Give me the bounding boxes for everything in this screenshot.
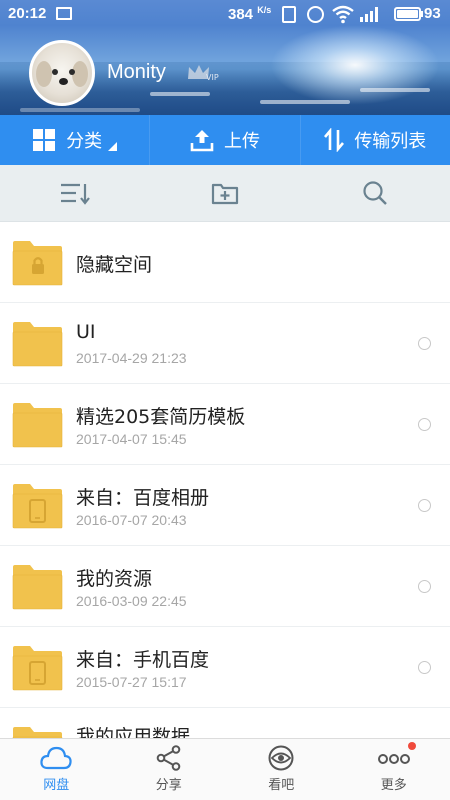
upload-button[interactable]: 上传 <box>149 115 299 165</box>
grid-icon <box>33 129 56 151</box>
status-time: 20:12 <box>8 5 47 22</box>
folder-icon <box>12 565 63 610</box>
header-wave <box>20 108 140 112</box>
network-speed-value: 384 <box>228 6 254 23</box>
network-speed-unit: K/s <box>257 5 272 15</box>
phone-folder-icon <box>12 646 63 691</box>
file-name: 来自：百度相册 <box>76 487 210 509</box>
bottom-nav: 网盘 分享 看吧 更多 <box>0 738 450 800</box>
action-bar <box>0 165 450 222</box>
search-icon <box>363 181 387 205</box>
nav-item-share[interactable]: 分享 <box>113 739 226 800</box>
search-button[interactable] <box>300 165 450 221</box>
file-date: 2016-07-07 20:43 <box>76 512 187 528</box>
select-radio[interactable] <box>418 580 431 593</box>
signal-icon <box>360 7 378 22</box>
alarm-icon <box>307 6 324 23</box>
file-item[interactable]: 来自：手机百度 2015-07-27 15:17 <box>0 627 450 708</box>
vip-crown-icon[interactable]: VIP <box>186 63 222 83</box>
new-folder-button[interactable] <box>150 165 300 221</box>
upload-label: 上传 <box>223 131 260 152</box>
file-date: 2015-07-27 15:17 <box>76 674 187 690</box>
file-date: 2017-04-07 15:45 <box>76 431 187 447</box>
select-radio[interactable] <box>418 418 431 431</box>
file-item[interactable]: UI 2017-04-29 21:23 <box>0 303 450 384</box>
file-name: 精选205套简历模板 <box>76 406 246 428</box>
header-wave <box>150 92 210 96</box>
file-item[interactable]: 我的资源 2016-03-09 22:45 <box>0 546 450 627</box>
file-item[interactable]: 来自：百度相册 2016-07-07 20:43 <box>0 465 450 546</box>
battery-level: 93 <box>424 5 441 22</box>
nav-item-cloud-drive[interactable]: 网盘 <box>0 739 113 800</box>
profile-header: 20:12 384 K/s 93 Monity VIP <box>0 0 450 115</box>
new-folder-icon <box>211 183 239 205</box>
category-label: 分类 <box>66 131 103 152</box>
file-list: 隐藏空间 UI 2017-04-29 21:23 精选205套简历模板 2017-04-… <box>0 222 450 738</box>
main-toolbar: 分类 上传 传输列表 <box>0 115 450 165</box>
sort-icon <box>61 183 90 205</box>
file-item[interactable]: 我的应用数据 <box>0 708 450 738</box>
phone-folder-icon <box>12 484 63 529</box>
file-name: 隐藏空间 <box>76 254 153 276</box>
select-radio[interactable] <box>418 499 431 512</box>
file-name: 来自：手机百度 <box>76 649 210 671</box>
more-icon <box>377 754 410 764</box>
vip-badge-text: VIP <box>206 73 219 82</box>
folder-icon <box>12 322 63 367</box>
transfer-list-label: 传输列表 <box>354 131 427 152</box>
file-date: 2016-03-09 22:45 <box>76 593 187 609</box>
transfer-list-button[interactable]: 传输列表 <box>299 115 450 165</box>
upload-icon <box>190 130 214 152</box>
nav-item-more[interactable]: 更多 <box>338 739 450 800</box>
eye-icon <box>268 745 294 771</box>
file-item[interactable]: 精选205套简历模板 2017-04-07 15:45 <box>0 384 450 465</box>
sort-button[interactable] <box>0 165 150 221</box>
file-name: UI <box>76 321 96 343</box>
file-date: 2017-04-29 21:23 <box>76 350 187 366</box>
file-name: 我的应用数据 <box>76 726 191 738</box>
network-speed: 384 K/s <box>228 5 271 23</box>
nav-item-watch[interactable]: 看吧 <box>225 739 338 800</box>
cloud-icon <box>40 746 72 770</box>
file-name: 我的资源 <box>76 568 153 590</box>
locked-folder-icon <box>12 241 63 286</box>
nav-label: 分享 <box>155 778 182 793</box>
image-notification-icon <box>56 7 72 20</box>
select-radio[interactable] <box>418 661 431 674</box>
vibrate-icon <box>282 6 296 23</box>
category-button[interactable]: 分类 <box>0 115 149 165</box>
notification-dot <box>407 742 416 750</box>
header-wave <box>260 100 350 104</box>
username[interactable]: Monity <box>107 61 166 84</box>
battery-cap <box>421 11 423 17</box>
transfer-arrows-icon <box>324 128 345 152</box>
select-radio[interactable] <box>418 337 431 350</box>
battery-icon <box>394 7 421 21</box>
status-bar: 20:12 384 K/s 93 <box>0 0 450 30</box>
nav-label: 网盘 <box>43 778 70 793</box>
folder-icon <box>12 403 63 448</box>
wifi-icon <box>332 5 354 24</box>
share-icon <box>156 745 181 771</box>
file-item[interactable]: 隐藏空间 <box>0 222 450 303</box>
avatar[interactable] <box>29 40 95 106</box>
nav-label: 更多 <box>380 778 407 793</box>
header-wave <box>360 88 430 92</box>
nav-label: 看吧 <box>268 778 295 793</box>
header-sun-glow <box>270 25 440 105</box>
dropdown-corner-icon <box>108 141 118 151</box>
folder-icon <box>12 727 63 738</box>
